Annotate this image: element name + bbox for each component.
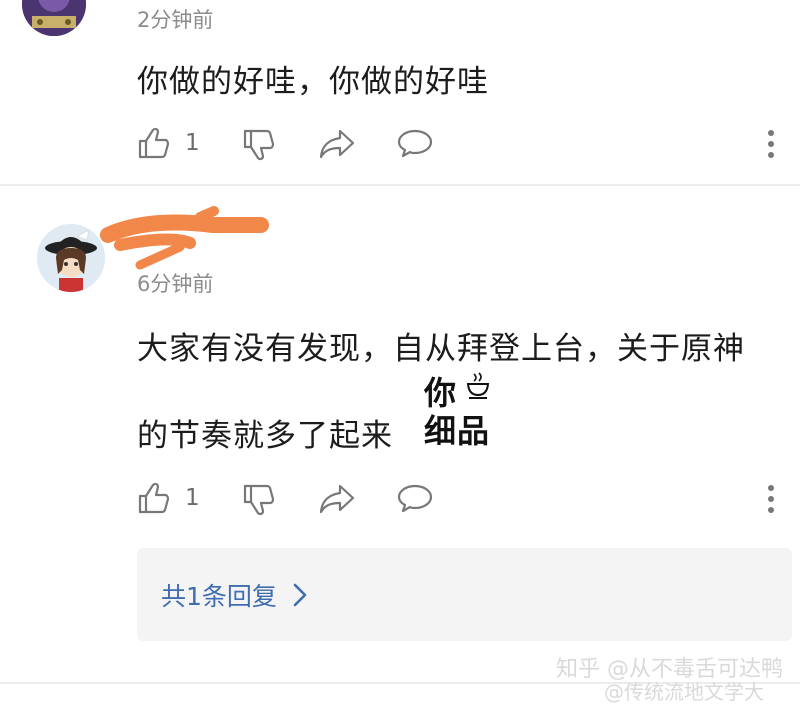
comment-text-line-1: 大家有没有发现，自从拜登上台，关于原神 [137,331,745,367]
redacted-username [100,206,269,270]
like-button[interactable]: 1 [137,126,200,160]
like-count: 1 [185,485,200,511]
comment-timestamp: 2分钟前 [137,8,214,32]
avatar[interactable] [37,224,105,292]
dislike-button[interactable] [242,483,276,517]
avatar-image [22,0,86,36]
more-vertical-icon [768,485,774,513]
more-vertical-icon [768,130,774,158]
comment-timestamp: 6分钟前 [137,272,214,296]
view-replies-button[interactable]: 共1条回复 [137,548,792,641]
thumbs-up-icon [138,482,170,514]
thumbs-down-icon [243,484,275,516]
avatar[interactable] [22,0,86,36]
like-count: 1 [185,130,200,156]
share-button[interactable] [318,483,356,515]
divider [0,184,800,186]
more-button[interactable] [766,483,776,515]
comment-icon [397,484,433,513]
comment-icon [397,129,433,158]
watermark-line-2: @传统流地文学大 [604,680,764,704]
comment-text-line-2: 的节奏就多了起来 [137,418,393,454]
comment-text: 你做的好哇，你做的好哇 [137,64,489,100]
comment-button[interactable] [396,483,434,515]
like-button[interactable]: 1 [137,481,200,515]
sticker-text-line-2: 细品 [424,412,491,450]
share-icon [319,484,355,514]
reply-count-link: 共1条回复 [161,581,277,611]
thumbs-down-icon [243,129,275,161]
dislike-button[interactable] [242,128,276,162]
chevron-right-icon [293,583,307,606]
thumbs-up-icon [138,127,170,159]
sticker: 你 细品 [422,368,502,450]
more-button[interactable] [766,128,776,160]
avatar-image [37,224,105,292]
comment-button[interactable] [396,128,434,160]
share-button[interactable] [318,128,356,160]
tea-cup-icon [466,372,490,399]
share-icon [319,129,355,159]
